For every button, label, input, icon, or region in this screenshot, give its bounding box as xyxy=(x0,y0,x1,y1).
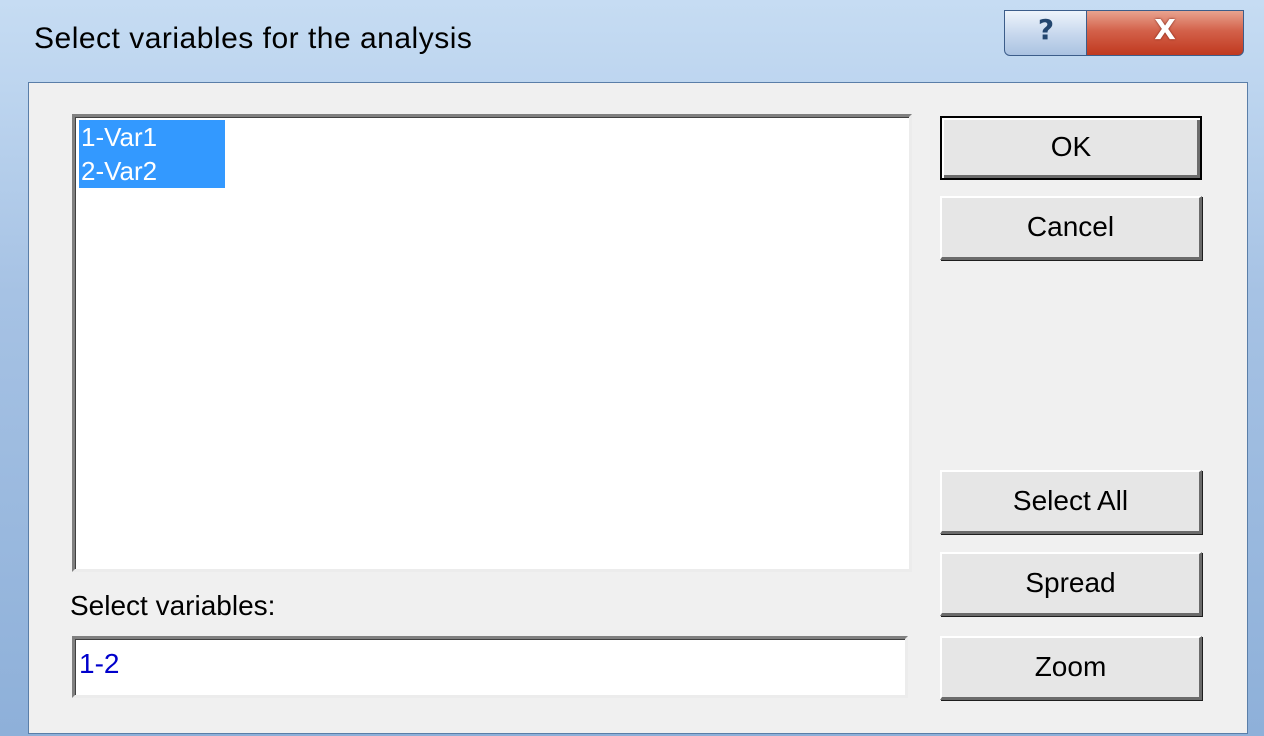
help-button[interactable]: ? xyxy=(1004,10,1088,56)
zoom-button[interactable]: Zoom xyxy=(940,636,1202,700)
select-all-button[interactable]: Select All xyxy=(940,470,1202,534)
help-icon: ? xyxy=(1037,13,1055,46)
select-variables-input[interactable]: 1-2 xyxy=(72,636,908,698)
ok-button[interactable]: OK xyxy=(940,116,1202,180)
close-button[interactable]: X xyxy=(1086,10,1244,56)
list-item-var1[interactable]: 1-Var1 xyxy=(79,120,225,154)
dialog-window: Select variables for the analysis ? X 1-… xyxy=(0,0,1264,736)
close-icon: X xyxy=(1154,13,1176,46)
spread-button[interactable]: Spread xyxy=(940,552,1202,616)
cancel-button[interactable]: Cancel xyxy=(940,196,1202,260)
list-item-var2[interactable]: 2-Var2 xyxy=(79,154,225,188)
variables-listbox[interactable]: 1-Var1 2-Var2 xyxy=(72,114,912,572)
select-variables-label: Select variables: xyxy=(70,590,276,621)
dialog-title: Select variables for the analysis xyxy=(34,22,473,55)
